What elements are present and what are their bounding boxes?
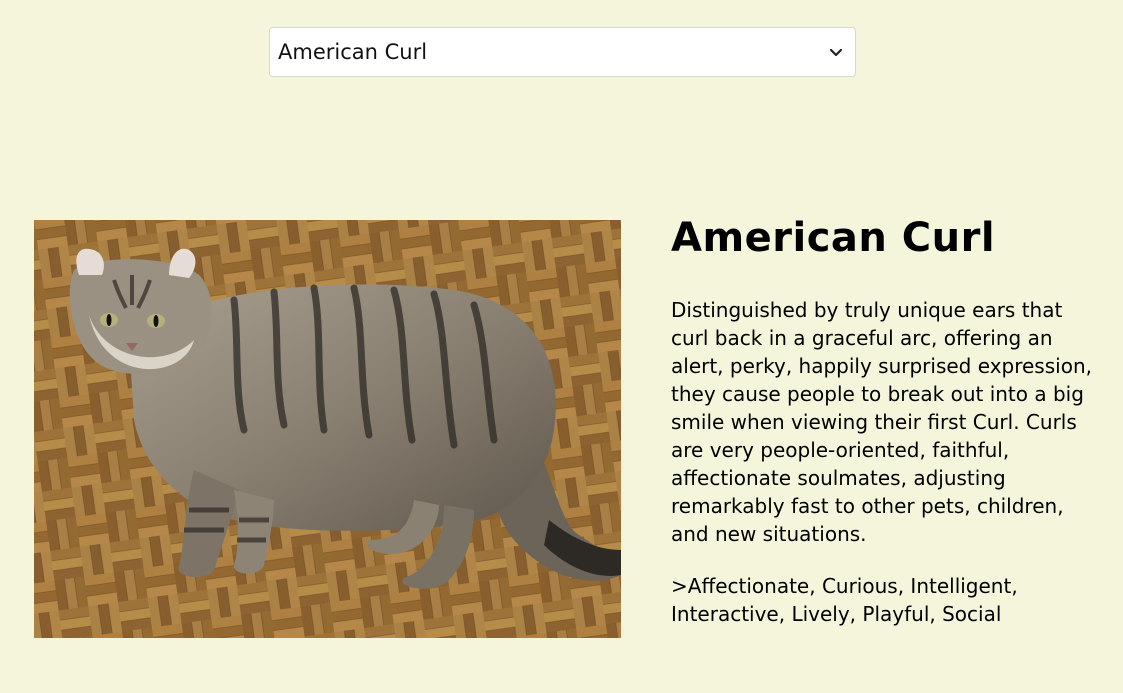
chevron-down-icon [829,45,843,59]
breed-temperament: >Affectionate, Curious, Intelligent, Int… [671,574,1018,626]
breed-info: American Curl Distinguished by truly uni… [671,214,1101,628]
breed-title: American Curl [671,215,996,261]
breed-select-value: American Curl [278,40,428,64]
page: American Curl American Curl Distinguishe… [0,0,1123,693]
breed-select[interactable]: American Curl [269,27,856,77]
cat-photo [34,220,621,638]
breed-description: Distinguished by truly unique ears that … [671,298,1092,546]
